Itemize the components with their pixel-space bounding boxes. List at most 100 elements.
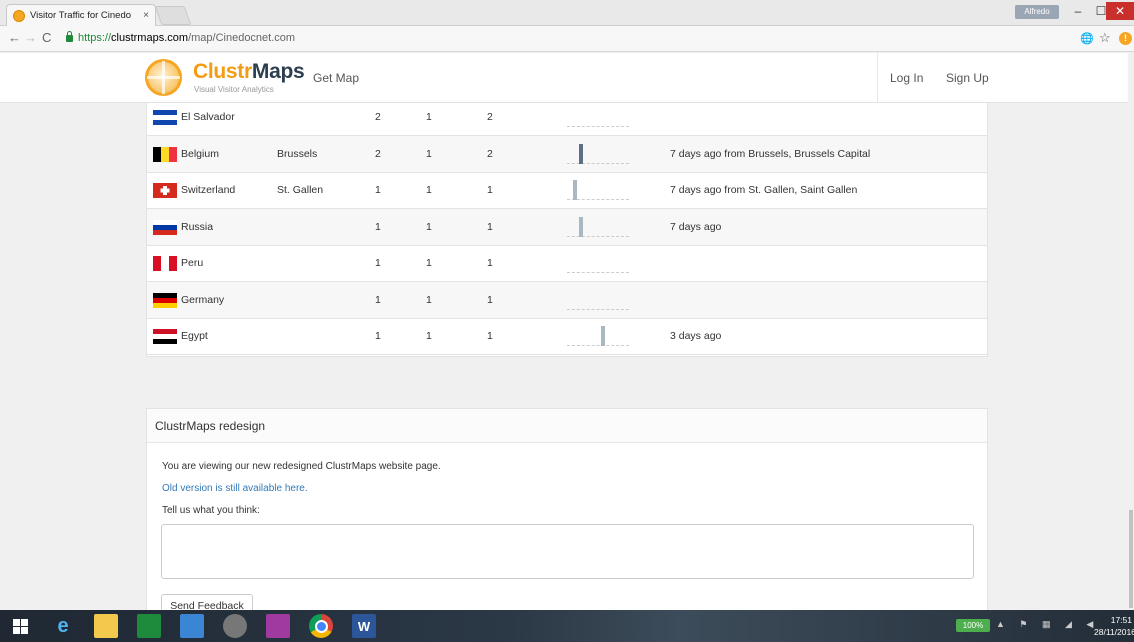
extension-alert-icon[interactable]: ! [1119,32,1132,45]
pageviews-count: 2 [487,111,493,123]
visit-sparkline [567,288,629,312]
logo-maps: Maps [251,60,305,83]
country-name: Belgium [181,147,219,160]
nav-get-map-link[interactable]: Get Map [313,71,359,85]
lock-icon[interactable] [66,31,73,42]
address-bar: ← → C https://clustrmaps.com/map/Cinedoc… [0,26,1134,52]
bookmark-star-icon[interactable]: ☆ [1099,30,1111,46]
country-flag-icon [153,256,177,271]
reload-icon[interactable]: C [42,30,51,45]
country-flag-icon [153,183,177,198]
back-arrow-icon[interactable]: ← [8,30,21,45]
browser-tab[interactable]: Visitor Traffic for Cinedo × [6,4,156,26]
clustrmaps-globe-icon[interactable] [145,59,182,96]
feedback-intro-text: You are viewing our new redesigned Clust… [162,461,441,472]
visits-count: 1 [375,293,381,306]
windows-taskbar: e W 100% ▲ ⚑ ▦ ◢ ◀ 17:51 28/11/2016 [0,610,1134,642]
pageviews-count: 1 [487,293,493,306]
url-field[interactable]: https://clustrmaps.com/map/Cinedocnet.co… [78,32,295,44]
tab-close-icon[interactable]: × [143,10,149,21]
logo-clustr: Clustr [193,60,252,83]
table-row[interactable]: Egypt 1 1 1 3 days ago [147,318,987,355]
feedback-textarea[interactable] [161,524,974,579]
sparkline-baseline [567,235,629,237]
feedback-panel: ClustrMaps redesign You are viewing our … [146,408,988,618]
country-flag-icon [153,110,177,125]
pageviews-count: 1 [487,220,493,233]
taskbar-clock[interactable]: 17:51 28/11/2016 [1094,614,1134,638]
visit-sparkline [567,324,629,348]
table-row[interactable]: Russia 1 1 1 7 days ago [147,208,987,246]
word-icon[interactable]: W [352,614,376,638]
country-table: El Salvador 2 1 2 Belgium Brussels 2 1 2 7 days a… [146,103,988,357]
country-flag-icon [153,219,177,235]
sparkline-baseline [567,272,629,273]
feedback-title: ClustrMaps redesign [155,419,266,433]
clock-time: 17:51 [1110,615,1132,625]
table-row[interactable]: Peru 1 1 1 [147,245,987,282]
forward-arrow-icon[interactable]: → [24,30,37,45]
unique-count: 1 [426,293,432,306]
site-header: ClustrMaps Visual Visitor Analytics Get … [0,53,1128,103]
scrollbar-thumb[interactable] [1129,510,1133,608]
sparkline-bar [579,143,583,164]
country-name: Germany [181,293,225,306]
table-row[interactable]: Belgium Brussels 2 1 2 7 days ago from Brusse… [147,135,987,173]
table-row[interactable]: Germany 1 1 1 [147,281,987,319]
country-name: Russia [181,220,214,233]
chrome-icon[interactable] [309,614,333,638]
unique-count: 1 [426,111,432,123]
visits-count: 1 [375,330,381,342]
url-host: clustrmaps.com [111,32,189,44]
clock-date: 28/11/2016 [1094,627,1134,637]
visit-sparkline [567,142,629,166]
country-name: Peru [181,257,204,269]
file-explorer-icon[interactable] [94,614,118,638]
sparkline-bar [573,180,577,200]
media-player-icon[interactable] [223,614,247,638]
translate-icon[interactable]: 🌐 [1080,32,1094,45]
old-version-link[interactable]: Old version is still available here. [162,483,308,494]
profile-badge[interactable]: Alfredo [1015,5,1059,19]
country-flag-icon [153,146,177,162]
clustrmaps-favicon-icon [13,9,25,22]
visits-count: 1 [375,220,381,233]
tab-title: Visitor Traffic for Cinedo [30,10,132,21]
country-name: Switzerland [181,184,236,196]
country-name: Egypt [181,330,208,342]
logo-tagline: Visual Visitor Analytics [194,85,274,94]
unique-count: 1 [426,147,432,160]
last-visit-text: 3 days ago [670,330,722,342]
nav-login-link[interactable]: Log In [890,71,923,85]
table-row[interactable]: Switzerland St. Gallen 1 1 1 7 days ago from … [147,172,987,209]
table-row[interactable]: El Salvador 2 1 2 [147,99,987,136]
internet-explorer-icon[interactable]: e [51,614,75,638]
visit-sparkline [567,105,629,129]
pageviews-count: 1 [487,330,493,342]
sparkline-bar [579,216,583,237]
camera-app-icon[interactable] [266,614,290,638]
pageviews-count: 1 [487,184,493,196]
sparkline-baseline [567,126,629,127]
start-windows-icon[interactable] [8,614,32,638]
this-pc-icon[interactable] [180,614,204,638]
visits-count: 1 [375,257,381,269]
visits-count: 2 [375,111,381,123]
nav-signup-link[interactable]: Sign Up [946,71,989,85]
system-tray-icons[interactable]: ▲ ⚑ ▦ ◢ ◀ [996,619,1099,630]
battery-indicator[interactable]: 100% [956,619,990,632]
sparkline-bar [601,326,605,346]
sparkline-baseline [567,345,629,346]
store-icon[interactable] [137,614,161,638]
nav-divider [877,53,878,103]
feedback-prompt: Tell us what you think: [162,505,260,516]
visit-sparkline [567,178,629,202]
close-window-button[interactable]: ✕ [1106,2,1134,20]
city-name: Brussels [277,147,318,160]
logo-wordmark[interactable]: ClustrMaps [193,60,305,84]
url-path: /map/Cinedocnet.com [188,32,296,44]
visit-sparkline [567,215,629,239]
new-tab-button[interactable] [154,6,192,25]
unique-count: 1 [426,184,432,196]
visits-count: 1 [375,184,381,196]
